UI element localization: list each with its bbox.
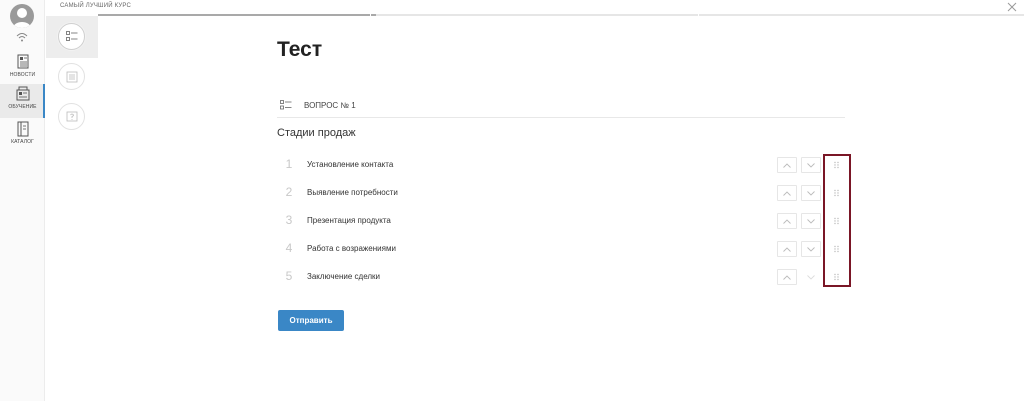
wifi-icon [16, 33, 28, 42]
submit-button[interactable]: Отправить [278, 310, 344, 331]
chevron-down-icon [807, 218, 815, 224]
answer-text: Выявление потребности [307, 188, 398, 197]
question-icon [66, 111, 77, 121]
chevron-down-icon [807, 162, 815, 168]
step-material[interactable] [58, 63, 85, 90]
move-up-button[interactable] [777, 157, 797, 173]
document-icon [66, 71, 77, 82]
catalog-icon [17, 121, 28, 137]
move-up-button[interactable] [777, 269, 797, 285]
answer-number: 3 [285, 213, 293, 227]
sidebar-item-news[interactable]: НОВОСТИ [0, 52, 45, 86]
checklist-icon [65, 31, 77, 41]
move-up-button[interactable] [777, 185, 797, 201]
question-header: ВОПРОС № 1 [277, 96, 845, 118]
sidebar-item-label: КАТАЛОГ [11, 139, 34, 145]
answer-row: 5 Заключение сделки [277, 269, 847, 289]
answer-number: 2 [285, 185, 293, 199]
answer-row: 1 Установление контакта [277, 157, 847, 177]
move-up-button[interactable] [777, 213, 797, 229]
move-up-button[interactable] [777, 241, 797, 257]
move-down-button[interactable] [801, 241, 821, 257]
chevron-up-icon [783, 190, 791, 196]
answer-number: 1 [285, 157, 293, 171]
sidebar-item-catalog[interactable]: КАТАЛОГ [0, 119, 45, 153]
move-down-button[interactable] [801, 157, 821, 173]
answer-row: 4 Работа с возражениями [277, 241, 847, 261]
course-progress-bar [98, 14, 1024, 16]
chevron-down-icon [807, 274, 815, 280]
answer-text: Установление контакта [307, 160, 394, 169]
progress-separator [370, 14, 371, 16]
question-text: Стадии продаж [277, 127, 356, 139]
app-sidebar: НОВОСТИ ОБУЧЕНИЕ КАТАЛОГ [0, 0, 45, 401]
course-progress-fill [98, 14, 376, 16]
step-question[interactable] [58, 103, 85, 130]
answer-text: Презентация продукта [307, 216, 391, 225]
sidebar-item-label: ОБУЧЕНИЕ [8, 104, 37, 110]
chevron-up-icon [783, 162, 791, 168]
move-down-button[interactable] [801, 213, 821, 229]
sidebar-item-learning[interactable]: ОБУЧЕНИЕ [0, 84, 45, 118]
drag-handles-highlight [823, 154, 851, 287]
answer-number: 5 [285, 269, 293, 283]
chevron-up-icon [783, 218, 791, 224]
page-title: Тест [277, 38, 323, 61]
chevron-up-icon [783, 246, 791, 252]
answer-text: Заключение сделки [307, 272, 381, 281]
move-down-button[interactable] [801, 185, 821, 201]
chevron-down-icon [807, 246, 815, 252]
step-test[interactable] [58, 23, 85, 50]
answer-row: 3 Презентация продукта [277, 213, 847, 233]
checklist-icon [280, 100, 292, 110]
answer-text: Работа с возражениями [307, 244, 396, 253]
sidebar-item-label: НОВОСТИ [9, 72, 36, 78]
progress-separator [698, 14, 699, 16]
step-rail [46, 16, 98, 401]
answer-row: 2 Выявление потребности [277, 185, 847, 205]
chevron-up-icon [783, 274, 791, 280]
question-number: ВОПРОС № 1 [304, 101, 356, 110]
close-icon[interactable] [1007, 2, 1017, 12]
answer-number: 4 [285, 241, 293, 255]
user-avatar-icon[interactable] [10, 4, 34, 28]
chevron-down-icon [807, 190, 815, 196]
move-down-button[interactable] [801, 269, 821, 285]
course-title: САМЫЙ ЛУЧШИЙ КУРС [60, 3, 132, 9]
news-icon [17, 54, 28, 69]
learning-icon [16, 86, 29, 101]
